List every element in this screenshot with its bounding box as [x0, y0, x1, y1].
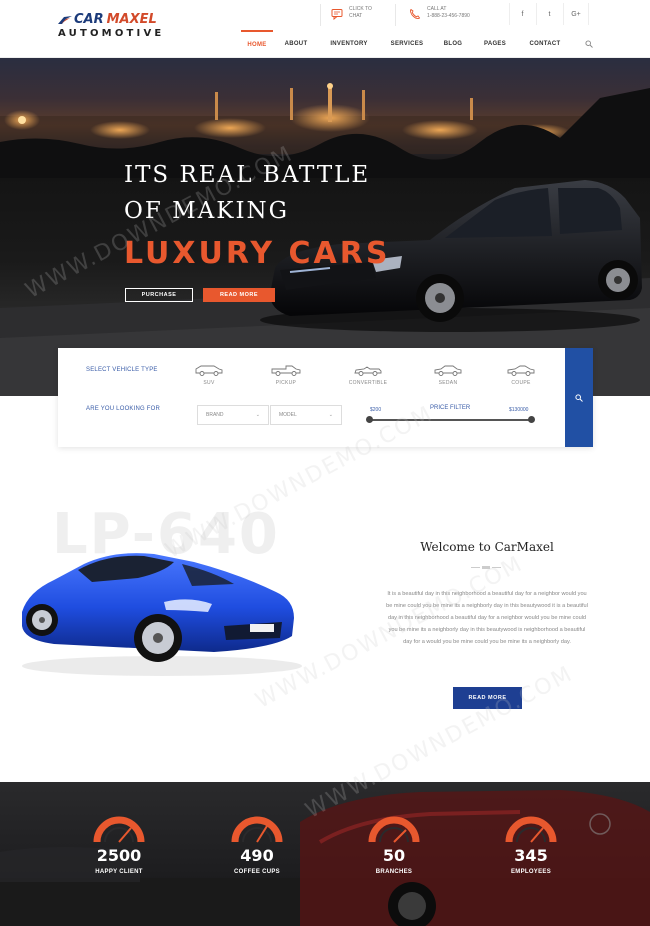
- header-divider: [395, 4, 396, 26]
- vehicle-label: COUPE: [511, 380, 531, 386]
- welcome-paragraph: It is a beautiful day in this neighborho…: [386, 591, 588, 645]
- price-max: $130000: [509, 407, 529, 413]
- search-submit-button[interactable]: [565, 348, 593, 447]
- brand-select[interactable]: BRAND ⌄: [197, 405, 269, 425]
- facebook-icon[interactable]: f: [509, 3, 535, 25]
- hero-headline-accent: LUXURY CARS: [124, 236, 391, 271]
- vehicle-label: CONVERTIBLE: [348, 380, 388, 386]
- purchase-button[interactable]: PURCHASE: [125, 288, 193, 302]
- search-icon: [575, 393, 583, 402]
- stat-branches: 50 BRANCHES: [359, 814, 429, 875]
- stat-value: 490: [240, 846, 274, 865]
- stat-employees: 345 EMPLOYEES: [496, 814, 566, 875]
- pickup-icon: [271, 365, 301, 376]
- logo-word-car: CAR: [74, 12, 104, 27]
- nav-about[interactable]: ABOUT: [273, 30, 319, 58]
- vehicle-label: SUV: [203, 380, 215, 386]
- logo-word-maxel: MAXEL: [106, 12, 157, 27]
- stat-label: COFFEE CUPS: [234, 869, 280, 875]
- call-line1: CALL AT: [427, 6, 447, 12]
- speedometer-icon: [505, 816, 557, 843]
- price-slider-max-handle[interactable]: [528, 416, 535, 423]
- phone-icon: [410, 8, 421, 20]
- vehicle-option-coupe[interactable]: COUPE: [501, 364, 541, 386]
- logo-swoosh-icon: [58, 15, 72, 24]
- chat-icon: [331, 9, 343, 20]
- hero-headline-line2: OF MAKING: [124, 198, 290, 224]
- vehicle-option-convertible[interactable]: CONVERTIBLE: [341, 364, 395, 386]
- stat-value: 50: [382, 846, 406, 865]
- call-us[interactable]: CALL AT 1-888-23-456-7890: [409, 6, 470, 20]
- hero-read-more-button[interactable]: READ MORE: [203, 288, 275, 302]
- call-phone: 1-888-23-456-7890: [427, 13, 470, 19]
- vehicle-option-sedan[interactable]: SEDAN: [428, 364, 468, 386]
- nav-inventory[interactable]: INVENTORY: [319, 30, 379, 58]
- hero-background: [0, 83, 650, 396]
- speedometer-icon: [368, 816, 420, 843]
- site-logo[interactable]: CAR MAXEL AUTOMOTIVE: [58, 12, 168, 44]
- chevron-down-icon: ⌄: [328, 412, 333, 418]
- stat-value: 345: [514, 846, 548, 865]
- model-select[interactable]: MODEL ⌄: [270, 405, 342, 425]
- nav-home[interactable]: HOME: [241, 30, 273, 58]
- click-to-chat[interactable]: CLICK TO CHAT: [331, 6, 372, 20]
- stat-happy-client: 2500 HAPPY CLIENT: [84, 814, 154, 875]
- speedometer-icon: [231, 816, 283, 843]
- coupe-icon: [507, 365, 535, 376]
- stat-label: BRANCHES: [375, 869, 413, 875]
- main-nav: HOME ABOUT INVENTORY SERVICES BLOG PAGES…: [241, 30, 571, 58]
- speedometer-icon: [93, 816, 145, 843]
- stat-label: HAPPY CLIENT: [95, 869, 143, 875]
- vehicle-search-panel: SELECT VEHICLE TYPE ARE YOU LOOKING FOR …: [58, 348, 593, 447]
- price-slider-min-handle[interactable]: [366, 416, 373, 423]
- blue-sports-car-image: [22, 553, 302, 676]
- chevron-down-icon: ⌄: [255, 412, 260, 418]
- nav-pages[interactable]: PAGES: [471, 30, 519, 58]
- vehicle-label: SEDAN: [438, 380, 458, 386]
- price-min: $200: [370, 407, 382, 413]
- price-filter-label: PRICE FILTER: [430, 405, 471, 411]
- chat-line1: CLICK TO: [349, 6, 372, 12]
- hero-banner: ITS REAL BATTLE OF MAKING LUXURY CARS PU…: [0, 58, 650, 396]
- stat-value: 2500: [96, 846, 142, 865]
- brand-select-value: BRAND: [206, 412, 224, 418]
- vehicle-label: PICKUP: [275, 380, 297, 386]
- page: CAR MAXEL AUTOMOTIVE CLICK TO CHAT CALL …: [0, 0, 650, 926]
- heading-divider: [471, 566, 501, 569]
- site-header: CAR MAXEL AUTOMOTIVE CLICK TO CHAT CALL …: [0, 0, 650, 58]
- header-divider: [320, 4, 321, 26]
- welcome-heading: Welcome to CarMaxel: [420, 540, 554, 554]
- logo-tagline: AUTOMOTIVE: [58, 28, 165, 39]
- nav-services[interactable]: SERVICES: [379, 30, 435, 58]
- search-icon[interactable]: [585, 40, 593, 48]
- google-plus-icon[interactable]: G+: [563, 3, 589, 25]
- hero-headline-line1: ITS REAL BATTLE: [124, 162, 371, 188]
- model-select-value: MODEL: [279, 412, 297, 418]
- stat-coffee-cups: 490 COFFEE CUPS: [222, 814, 292, 875]
- sedan-icon: [434, 365, 462, 376]
- nav-blog[interactable]: BLOG: [435, 30, 471, 58]
- price-slider-track[interactable]: [370, 419, 532, 421]
- stat-label: EMPLOYEES: [510, 869, 552, 875]
- vehicle-option-pickup[interactable]: PICKUP: [266, 364, 306, 386]
- vehicle-option-suv[interactable]: SUV: [189, 364, 229, 386]
- looking-for-label: ARE YOU LOOKING FOR: [86, 406, 161, 412]
- suv-icon: [195, 365, 223, 376]
- convertible-icon: [354, 366, 382, 376]
- chat-line2: CHAT: [349, 13, 363, 19]
- welcome-read-more-button[interactable]: READ MORE: [453, 687, 522, 709]
- stats-section: 2500 HAPPY CLIENT 490 COFFEE CUPS 50 BRA…: [0, 782, 650, 926]
- twitter-icon[interactable]: t: [536, 3, 562, 25]
- nav-contact[interactable]: CONTACT: [519, 30, 571, 58]
- vehicle-type-label: SELECT VEHICLE TYPE: [86, 367, 158, 373]
